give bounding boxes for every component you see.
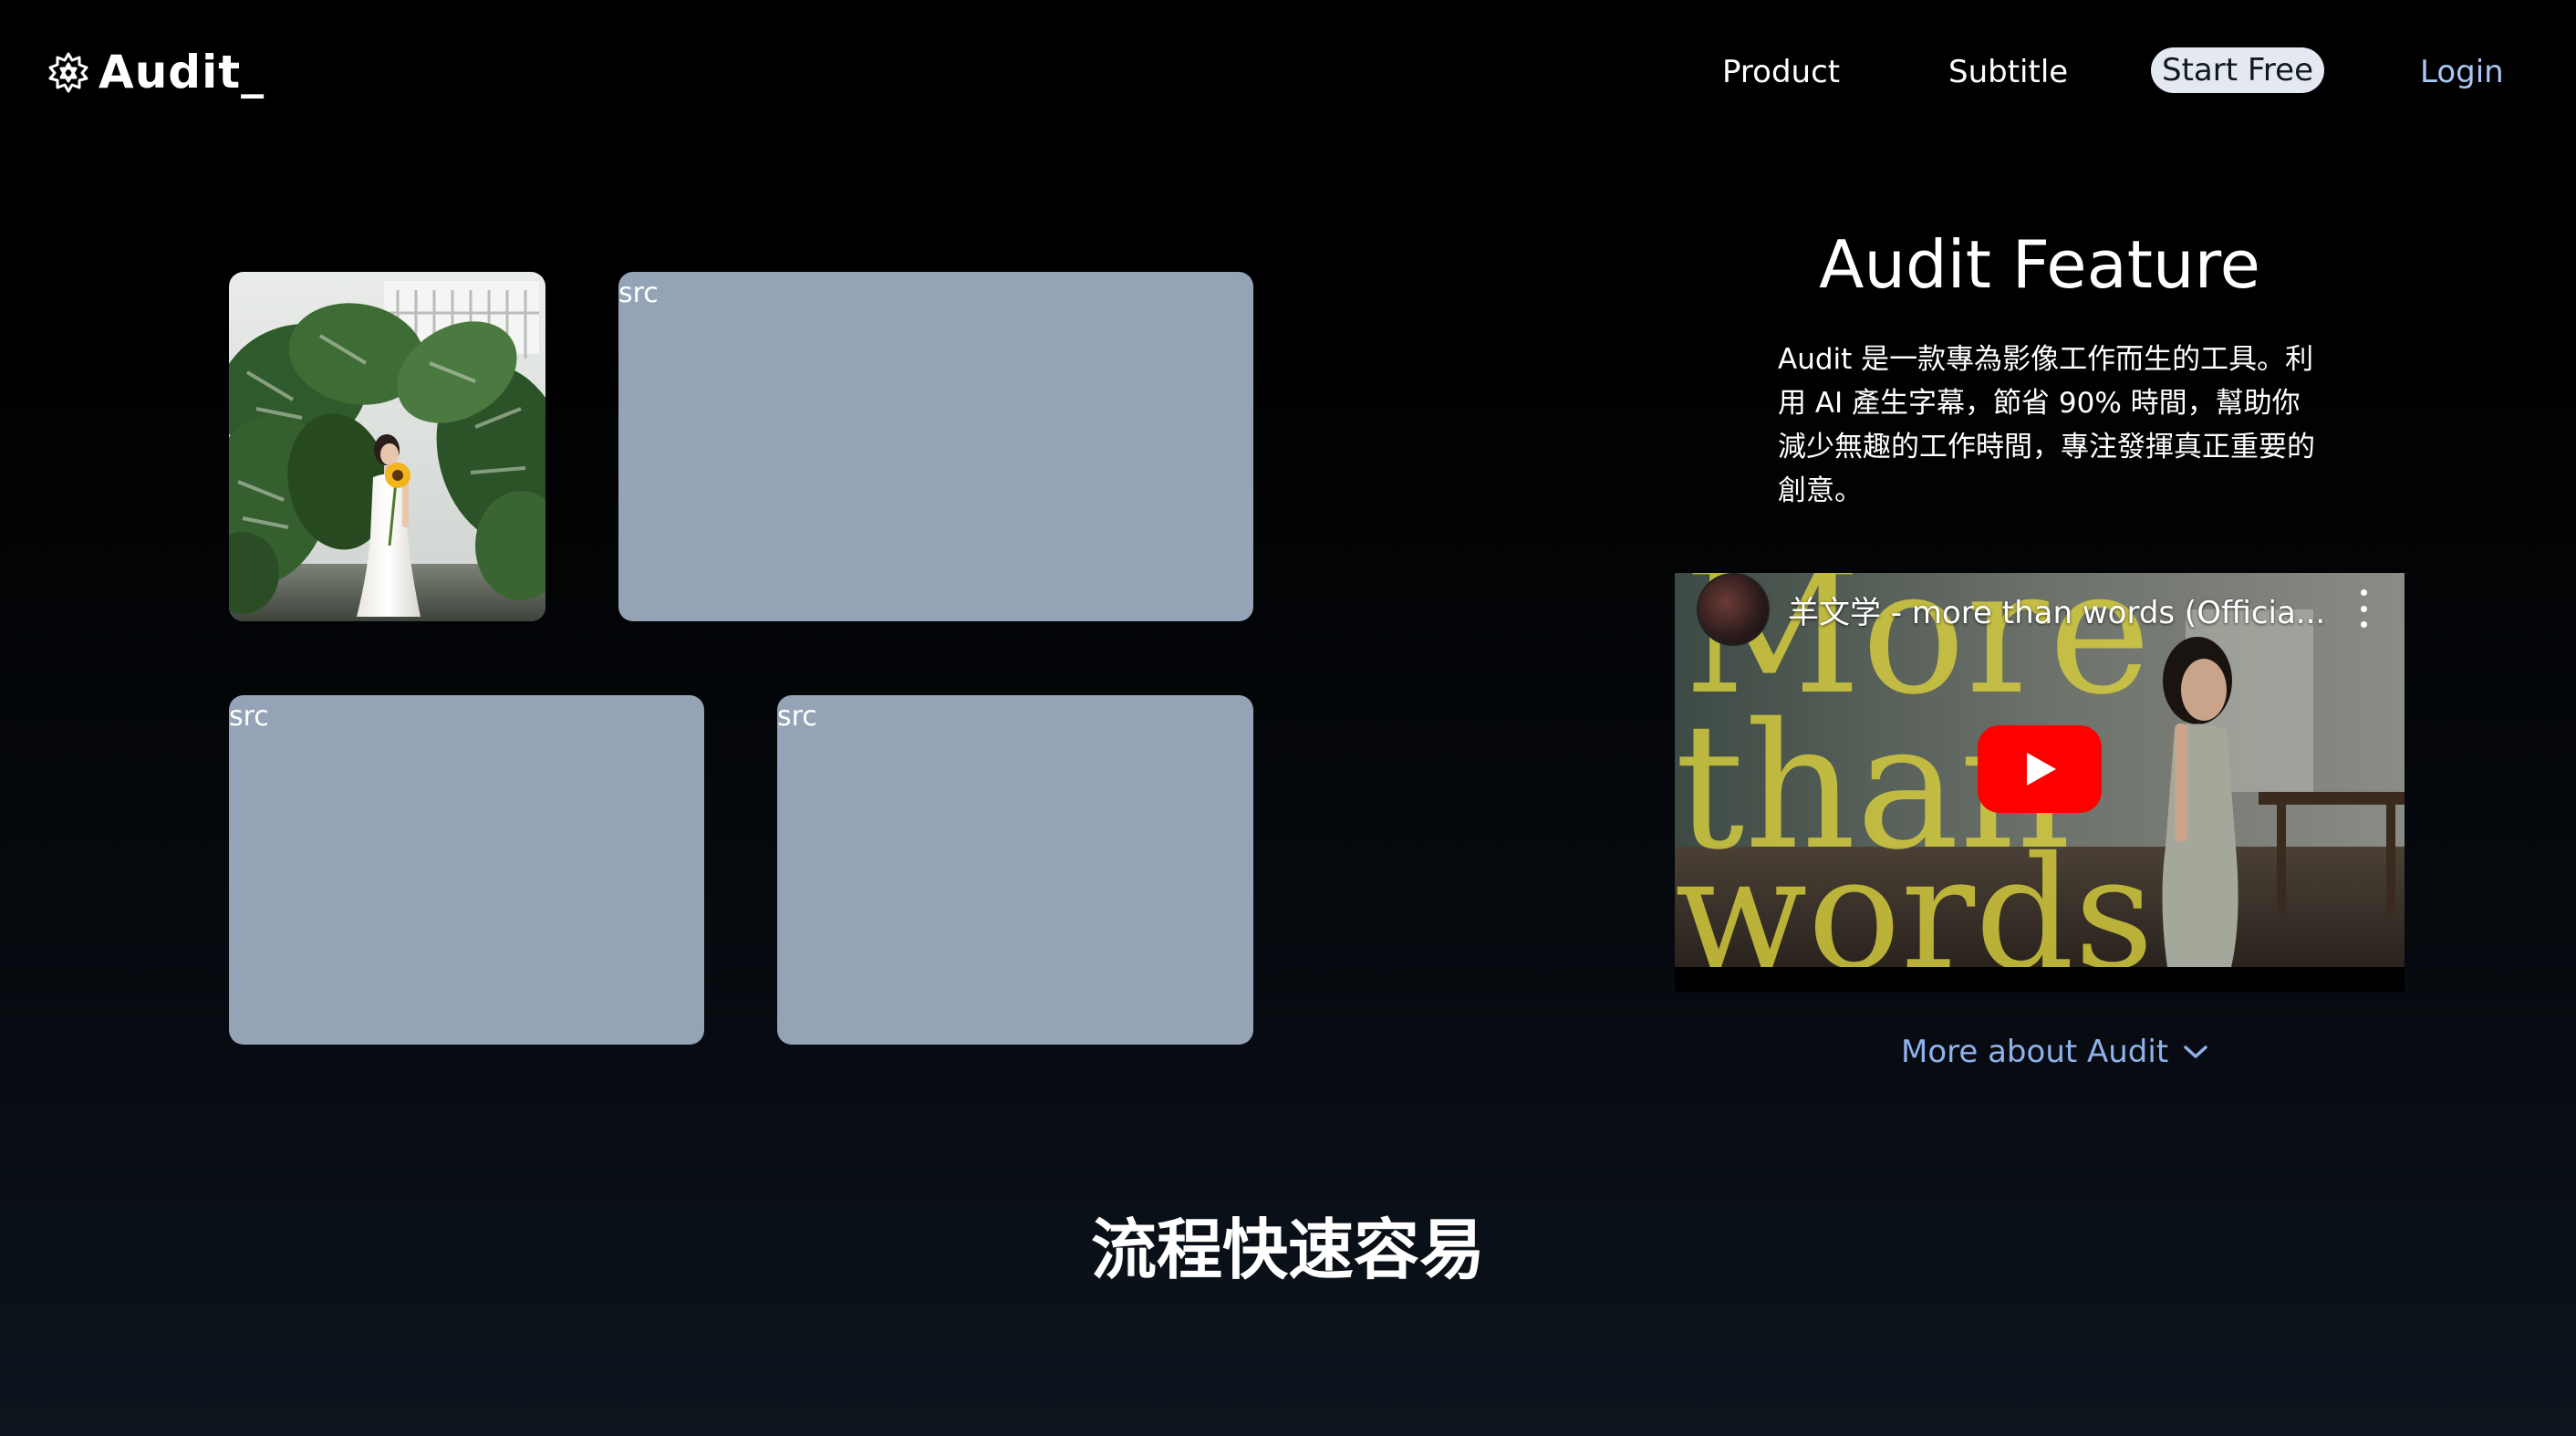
more-about-label: More about Audit — [1901, 1034, 2169, 1070]
site-header: Audit_ Product Subtitle Start Free Login — [0, 0, 2576, 146]
video-embed[interactable]: More than words 羊文学 - more than words (O… — [1675, 573, 2405, 992]
image-alt-text: src — [618, 277, 659, 309]
gallery-image-placeholder: src — [229, 695, 704, 1045]
video-title[interactable]: 羊文学 - more than words (Officia... — [1788, 588, 2335, 632]
channel-avatar[interactable] — [1697, 573, 1770, 646]
gallery-photo — [229, 272, 545, 621]
logo-text: Audit_ — [99, 46, 265, 99]
image-alt-text: src — [229, 701, 269, 733]
nav-subtitle[interactable]: Subtitle — [1948, 49, 2068, 95]
svg-text:words: words — [1675, 824, 2154, 967]
play-icon — [2027, 753, 2056, 786]
image-alt-text: src — [777, 701, 817, 733]
play-button[interactable] — [1978, 725, 2102, 813]
more-about-link[interactable]: More about Audit — [1901, 1029, 2208, 1075]
gallery-image-placeholder: src — [618, 272, 1253, 621]
section-heading: 流程快速容易 — [1090, 1212, 1485, 1288]
nav-product[interactable]: Product — [1722, 49, 1840, 95]
gear-star-icon — [47, 51, 89, 93]
feature-title: Audit Feature — [1819, 226, 2260, 303]
nav-login[interactable]: Login — [2420, 49, 2504, 95]
woman-with-sunflower-photo — [229, 272, 545, 621]
start-free-button[interactable]: Start Free — [2151, 47, 2324, 93]
chevron-down-icon — [2184, 1046, 2207, 1058]
more-vertical-icon[interactable] — [2350, 589, 2377, 628]
feature-description: Audit 是一款專為影像工作而生的工具。利用 AI 產生字幕，節省 90% 時… — [1778, 343, 2315, 507]
logo[interactable]: Audit_ — [47, 42, 265, 102]
gallery-image-placeholder: src — [777, 695, 1253, 1045]
